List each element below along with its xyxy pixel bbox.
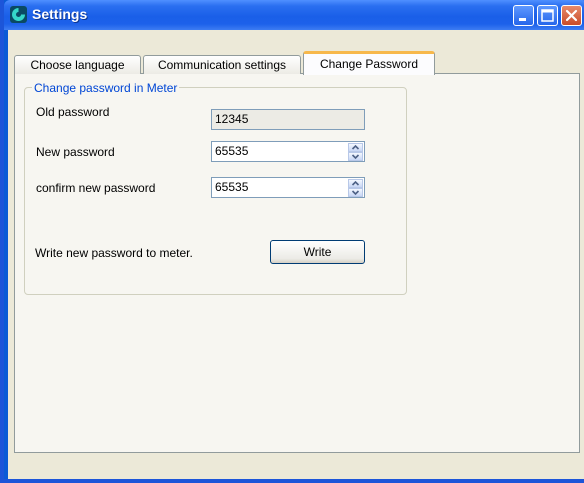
- maximize-button[interactable]: [537, 5, 558, 26]
- chevron-down-icon: [351, 190, 360, 196]
- new-password-spinner[interactable]: [348, 143, 363, 161]
- write-instruction-label: Write new password to meter.: [35, 246, 193, 260]
- new-password-value: 65535: [215, 144, 249, 158]
- maximize-icon: [541, 9, 554, 22]
- tab-communication-settings[interactable]: Communication settings: [143, 55, 301, 74]
- groupbox-title: Change password in Meter: [32, 81, 180, 95]
- confirm-password-input[interactable]: 65535: [211, 177, 365, 198]
- new-password-label: New password: [36, 145, 115, 159]
- spin-up-button[interactable]: [348, 143, 363, 152]
- old-password-label: Old password: [36, 105, 110, 119]
- settings-window: Settings Choose language Communication s…: [0, 0, 584, 483]
- write-button[interactable]: Write: [270, 240, 365, 264]
- confirm-password-spinner[interactable]: [348, 179, 363, 197]
- window-client-area: Choose language Communication settings C…: [8, 30, 584, 479]
- spin-up-button[interactable]: [348, 179, 363, 188]
- close-button[interactable]: [561, 5, 582, 26]
- spin-down-button[interactable]: [348, 152, 363, 161]
- tab-change-password[interactable]: Change Password: [303, 51, 435, 75]
- window-bottom-strip: [8, 455, 584, 479]
- app-logo-icon: [10, 6, 27, 23]
- chevron-up-icon: [351, 144, 360, 150]
- minimize-button[interactable]: [513, 5, 534, 26]
- close-icon: [565, 9, 578, 22]
- minimize-icon: [519, 18, 526, 21]
- tab-choose-language[interactable]: Choose language: [14, 55, 141, 74]
- spin-down-button[interactable]: [348, 188, 363, 197]
- new-password-input[interactable]: 65535: [211, 141, 365, 162]
- chevron-down-icon: [351, 154, 360, 160]
- title-bar[interactable]: Settings: [4, 0, 584, 30]
- window-title: Settings: [32, 6, 88, 22]
- old-password-field: 12345: [211, 109, 365, 130]
- chevron-up-icon: [351, 180, 360, 186]
- confirm-password-label: confirm new password: [36, 181, 156, 195]
- confirm-password-value: 65535: [215, 180, 249, 194]
